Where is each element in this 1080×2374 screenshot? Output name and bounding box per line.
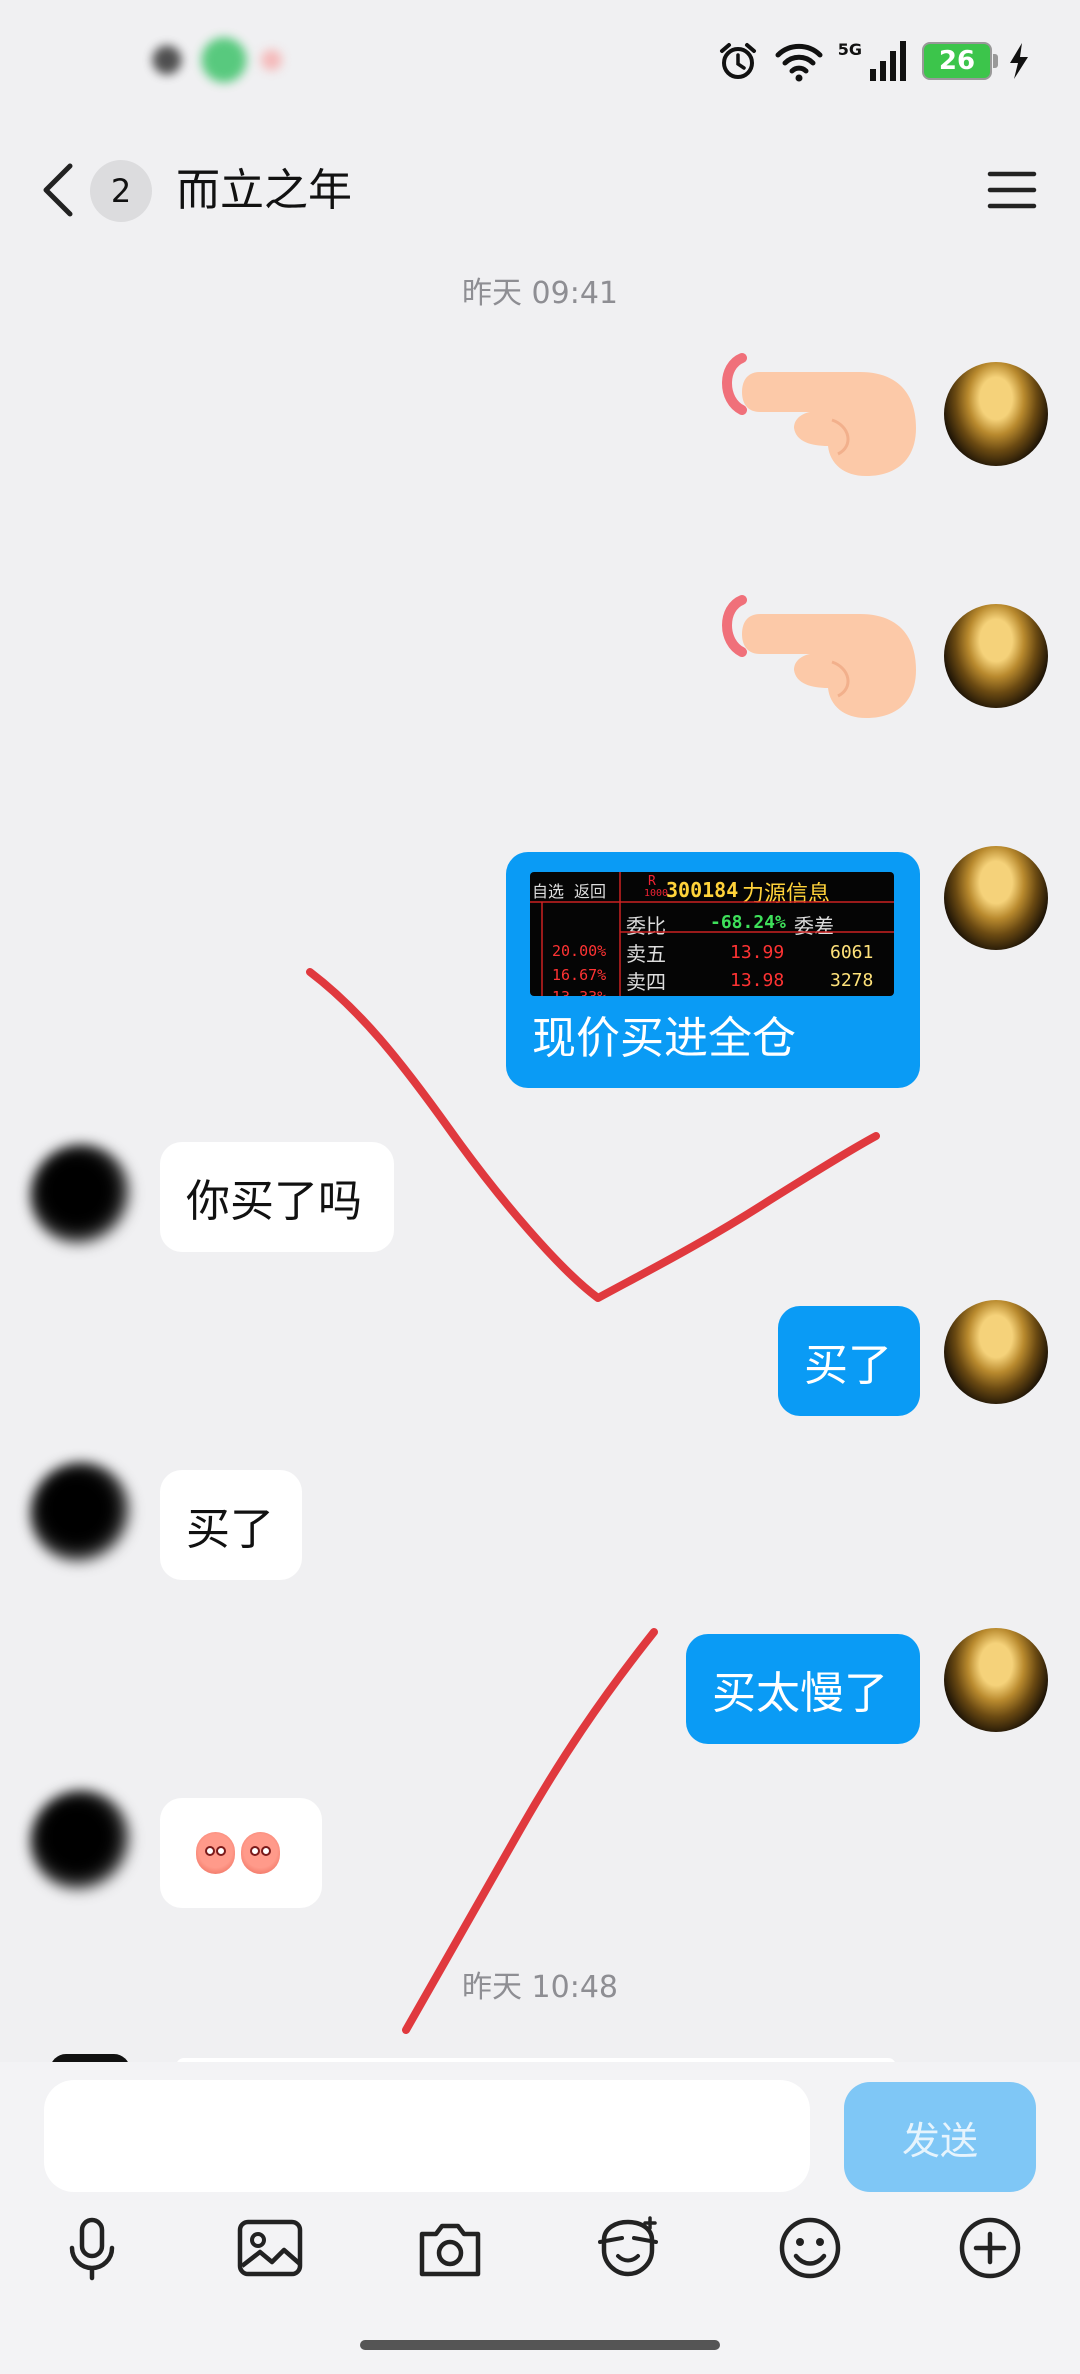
avatar[interactable] bbox=[944, 1300, 1048, 1404]
incoming-message[interactable]: 买了 bbox=[160, 1470, 302, 1580]
hamburger-menu-icon[interactable] bbox=[984, 162, 1040, 218]
avatar[interactable] bbox=[30, 1462, 134, 1566]
stock-message-caption: 现价买进全仓 bbox=[532, 1013, 796, 1064]
timestamp: 昨天 10:48 bbox=[462, 1970, 618, 2005]
chevron-left-icon[interactable] bbox=[34, 160, 84, 220]
stock-screenshot-message[interactable]: 自选 返回 R 1000 300184 力源信息 委比 -68.24% 委差 2… bbox=[506, 852, 920, 1088]
stock-quote-image: 自选 返回 R 1000 300184 力源信息 委比 -68.24% 委差 2… bbox=[530, 872, 894, 996]
send-button[interactable]: 发送 bbox=[844, 2082, 1036, 2192]
avatar[interactable] bbox=[944, 846, 1048, 950]
status-icons: 5G 26 bbox=[716, 36, 1030, 86]
pointing-hand-sticker[interactable] bbox=[720, 592, 920, 724]
flushed-face-icon bbox=[241, 1832, 280, 1874]
outgoing-message[interactable]: 买太慢了 bbox=[686, 1634, 920, 1744]
signal-icon bbox=[870, 41, 906, 81]
chat-title: 而立之年 bbox=[176, 165, 352, 216]
message-input[interactable] bbox=[44, 2080, 810, 2192]
chat-header: 2 而立之年 bbox=[0, 140, 1080, 240]
battery-icon: 26 bbox=[922, 42, 998, 80]
home-indicator[interactable] bbox=[360, 2340, 720, 2350]
image-icon[interactable] bbox=[234, 2212, 306, 2284]
pointing-hand-sticker[interactable] bbox=[720, 350, 920, 482]
avatar[interactable] bbox=[30, 1144, 134, 1248]
emoji-icon[interactable] bbox=[774, 2212, 846, 2284]
status-bar: 5G 26 bbox=[0, 0, 1080, 120]
alarm-icon bbox=[719, 43, 756, 79]
network-type-label: 5G bbox=[837, 40, 862, 59]
avatar[interactable] bbox=[944, 1628, 1048, 1732]
timestamp: 昨天 09:41 bbox=[462, 276, 618, 311]
outgoing-message[interactable]: 买了 bbox=[778, 1306, 920, 1416]
stock-grid-lines bbox=[530, 872, 894, 996]
flushed-face-icon bbox=[196, 1832, 235, 1874]
avatar[interactable] bbox=[944, 604, 1048, 708]
charging-icon bbox=[1010, 43, 1028, 79]
avatar[interactable] bbox=[30, 1790, 134, 1894]
wifi-icon bbox=[775, 43, 823, 82]
incoming-emoji-message[interactable] bbox=[160, 1798, 322, 1908]
battery-level: 26 bbox=[938, 46, 976, 76]
plus-icon[interactable] bbox=[954, 2212, 1026, 2284]
microphone-icon[interactable] bbox=[56, 2212, 128, 2284]
blurred-status-icons bbox=[110, 36, 300, 84]
input-bar: 发送 bbox=[0, 2062, 1080, 2374]
sticker-icon[interactable] bbox=[592, 2212, 664, 2284]
unread-count-badge[interactable]: 2 bbox=[90, 160, 152, 222]
incoming-message[interactable]: 你买了吗 bbox=[160, 1142, 394, 1252]
camera-icon[interactable] bbox=[414, 2212, 486, 2284]
avatar[interactable] bbox=[944, 362, 1048, 466]
